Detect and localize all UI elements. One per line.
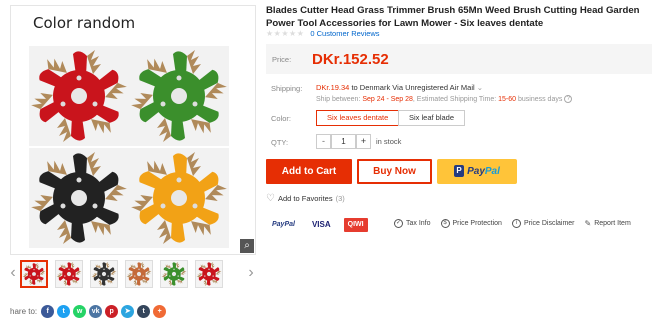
paypal-logo: PayPal xyxy=(268,218,299,232)
favorites-label: Add to Favorites xyxy=(277,194,333,203)
report-item-link[interactable]: ✎ Report Item xyxy=(585,219,631,228)
thumbnail[interactable] xyxy=(195,260,223,288)
whatsapp-icon[interactable]: w xyxy=(73,304,87,318)
price-disclaimer-label: Price Disclaimer xyxy=(523,220,575,227)
thumbnail[interactable] xyxy=(20,260,48,288)
heart-icon: ♡ xyxy=(266,193,275,204)
favorites-count: (3) xyxy=(335,194,345,203)
twitter-icon[interactable]: t xyxy=(57,304,71,318)
chevron-right-icon[interactable]: › xyxy=(246,264,256,282)
est-days: 15-60 xyxy=(498,95,517,103)
add-to-favorites[interactable]: ♡ Add to Favorites (3) xyxy=(266,193,345,204)
facebook-icon[interactable]: f xyxy=(41,304,55,318)
chevron-down-icon[interactable]: ⌄ xyxy=(477,83,483,92)
pinterest-icon[interactable]: p xyxy=(105,304,119,318)
blade-orange xyxy=(129,148,229,248)
price-protection-link[interactable]: $ Price Protection xyxy=(440,219,502,228)
thumbnail[interactable] xyxy=(90,260,118,288)
blade-black xyxy=(29,148,129,248)
report-item-label: Report Item xyxy=(594,220,631,227)
est-label: , Estimated Shipping Time: xyxy=(412,95,499,103)
paypal-button[interactable]: P PayPal xyxy=(437,159,517,184)
rating: ★★★★★ 0 Customer Reviews xyxy=(266,28,380,38)
paypal-pal-text: Pal xyxy=(484,166,500,177)
color-label: Color: xyxy=(271,114,292,123)
ship-dates: Sep 24 - Sep 28 xyxy=(362,95,413,103)
price-label: Price: xyxy=(272,54,292,64)
price-box: Price: DKr.152.52 xyxy=(266,44,652,74)
info-icon: i xyxy=(511,219,521,228)
shield-icon: ✓ xyxy=(394,219,403,228)
dollar-icon: $ xyxy=(440,219,450,228)
color-option-six-leaves-dentate[interactable]: Six leaves dentate xyxy=(316,110,400,126)
qty-label: QTY: xyxy=(271,138,289,147)
share-label: hare to: xyxy=(10,306,38,316)
shipping-destination: to Denmark Via Unregistered Air Mail xyxy=(349,83,475,92)
add-to-cart-button[interactable]: Add to Cart xyxy=(266,159,352,184)
tax-info-label: Tax Info xyxy=(406,220,431,227)
paypal-pay-text: Pay xyxy=(467,166,485,177)
more-icon[interactable]: + xyxy=(153,304,167,318)
stock-status: in stock xyxy=(376,137,402,146)
thumbnail[interactable] xyxy=(160,260,188,288)
thumbnail-strip: ‹ › xyxy=(6,258,258,290)
magnifier-icon[interactable]: ⌕ xyxy=(240,239,254,253)
qty-decrease-button[interactable]: - xyxy=(316,134,331,149)
pencil-icon: ✎ xyxy=(584,219,592,228)
blade-green xyxy=(129,46,229,146)
star-rating-icon: ★★★★★ xyxy=(266,28,305,38)
thumbnail[interactable] xyxy=(55,260,83,288)
price-disclaimer-link[interactable]: i Price Disclaimer xyxy=(511,219,575,228)
qty-increase-button[interactable]: + xyxy=(356,134,371,149)
qty-input[interactable]: 1 xyxy=(331,134,356,149)
payment-methods: PayPal VISA QIWI xyxy=(268,218,377,232)
image-caption: Color random xyxy=(33,14,136,32)
telegram-icon[interactable]: ➤ xyxy=(121,304,135,318)
help-icon[interactable]: ? xyxy=(564,95,573,103)
shipping-label: Shipping: xyxy=(271,84,303,93)
paypal-icon: P xyxy=(454,165,465,178)
ship-between-label: Ship between: xyxy=(316,95,363,103)
shipping-method[interactable]: DKr.19.34 to Denmark Via Unregistered Ai… xyxy=(316,83,483,92)
share-bar: hare to: f t w vk p ➤ t + xyxy=(10,303,169,319)
shipping-price: DKr.19.34 xyxy=(316,83,350,92)
color-option-six-leaf-blade[interactable]: Six leaf blade xyxy=(398,110,466,126)
info-links: ✓ Tax Info $ Price Protection i Price Di… xyxy=(394,219,641,228)
qiwi-logo: QIWI xyxy=(343,218,368,232)
visa-logo: VISA xyxy=(311,220,331,229)
main-product-image[interactable]: Color random ⌕ xyxy=(10,5,256,255)
thumbnail[interactable] xyxy=(125,260,153,288)
reviews-link[interactable]: 0 Customer Reviews xyxy=(310,29,379,38)
tumblr-icon[interactable]: t xyxy=(137,304,151,318)
price-protection-label: Price Protection xyxy=(452,220,502,227)
blade-red xyxy=(29,46,129,146)
tax-info-link[interactable]: ✓ Tax Info xyxy=(394,219,431,228)
est-suffix: business days xyxy=(516,95,563,103)
buy-now-button[interactable]: Buy Now xyxy=(357,159,432,184)
vk-icon[interactable]: vk xyxy=(89,304,103,318)
shipping-estimate: Ship between: Sep 24 - Sep 28, Estimated… xyxy=(316,95,573,103)
product-title: Blades Cutter Head Grass Trimmer Brush 6… xyxy=(266,5,640,29)
price-value: DKr.152.52 xyxy=(312,50,389,68)
chevron-left-icon[interactable]: ‹ xyxy=(8,264,18,282)
